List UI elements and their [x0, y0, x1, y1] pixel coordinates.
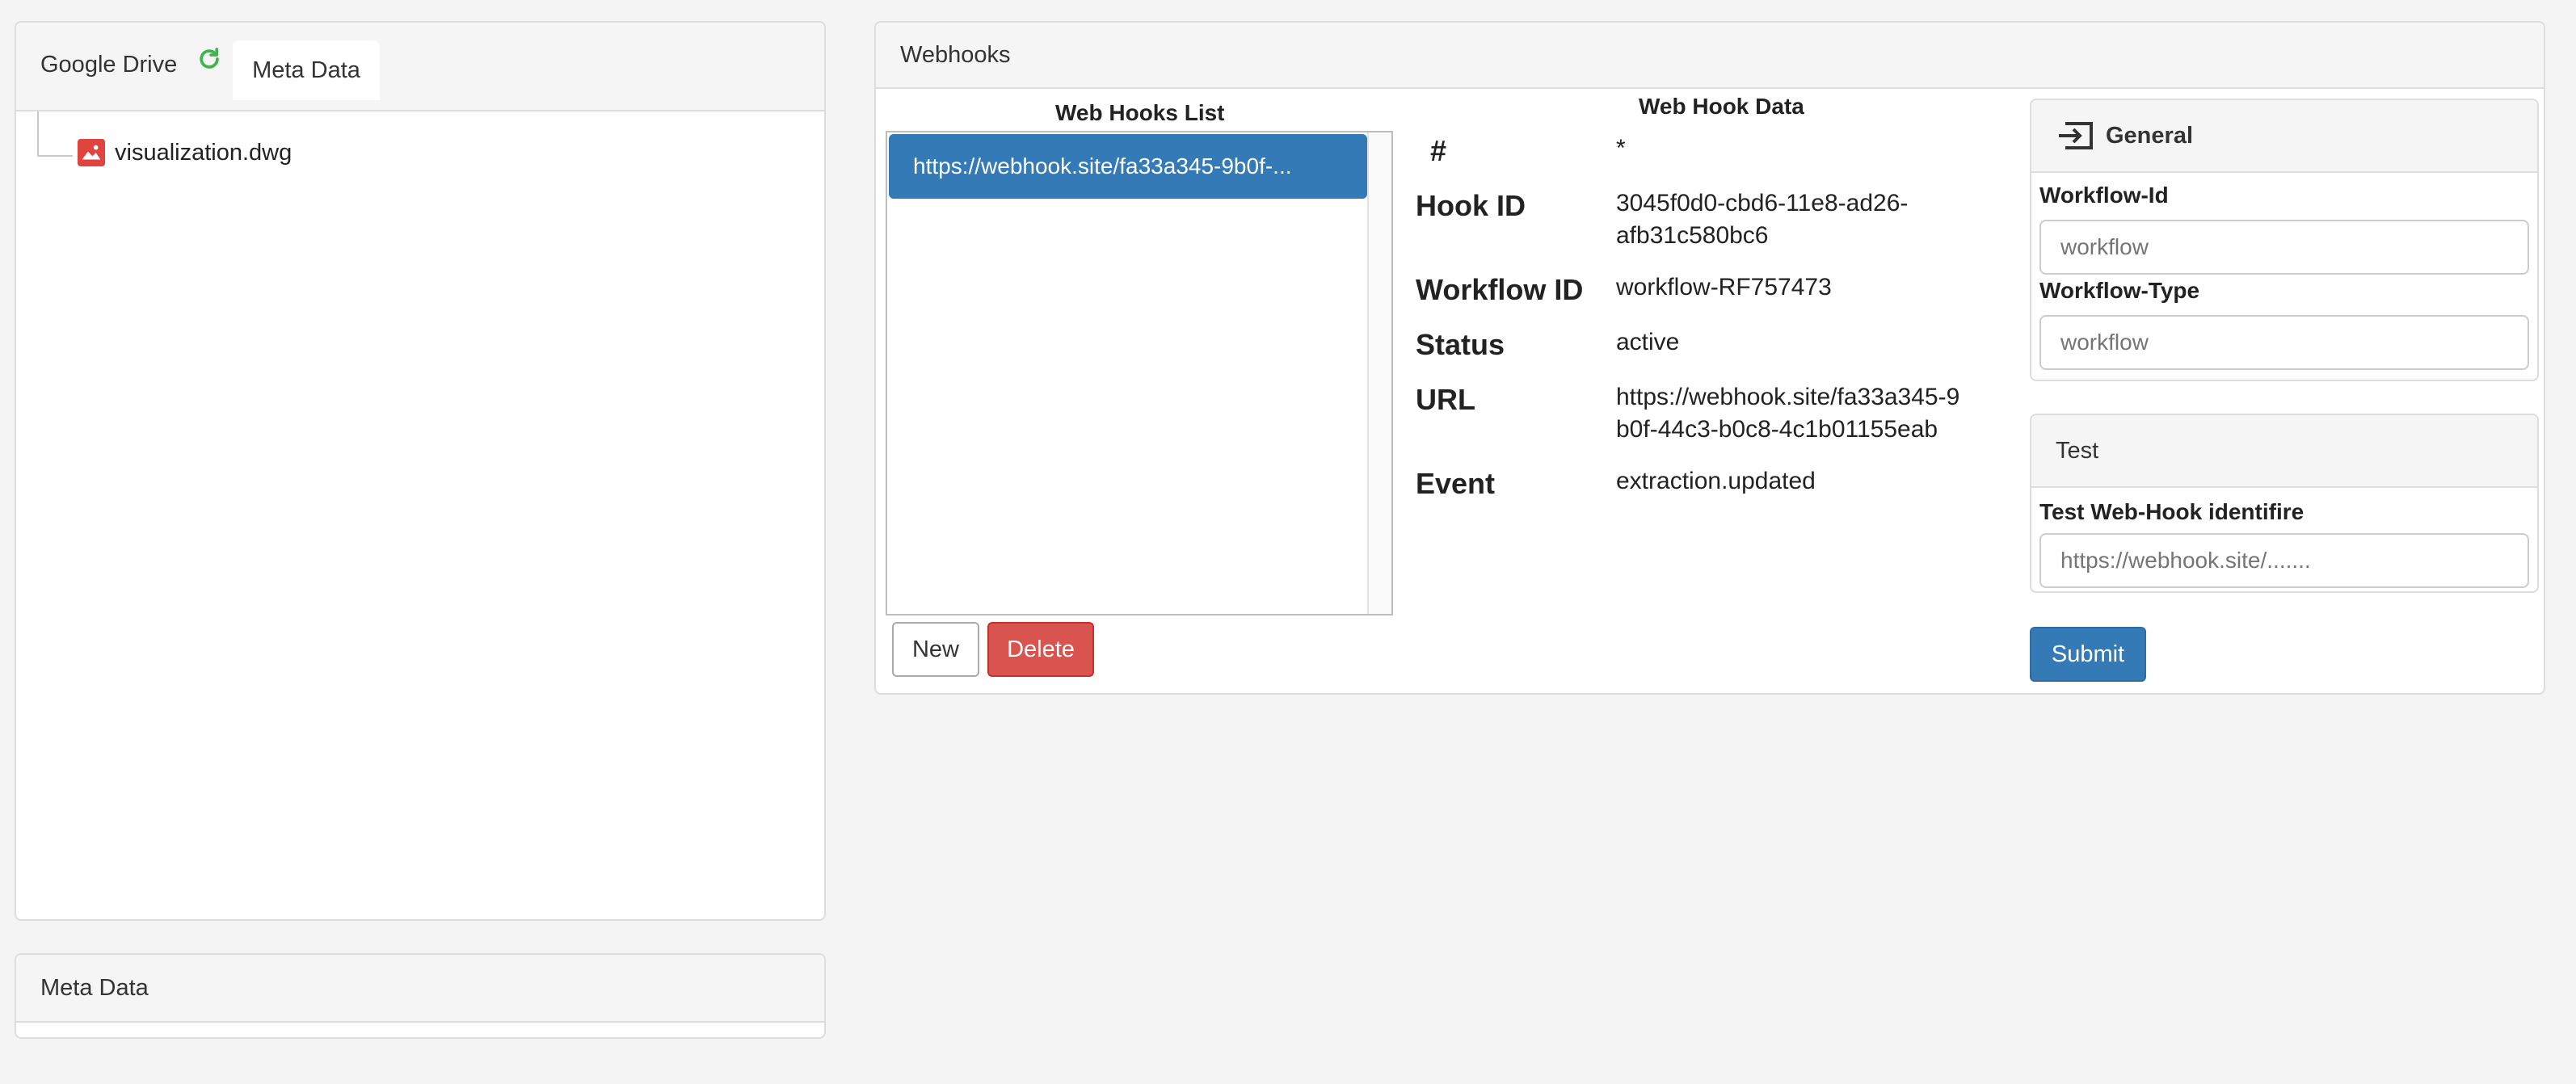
web-hooks-list[interactable]: https://webhook.site/fa33a345-9b0f-...: [886, 131, 1393, 616]
status-label: Status: [1416, 328, 1505, 361]
web-hook-data-title: Web Hook Data: [1639, 94, 1804, 119]
tab-meta-data[interactable]: Meta Data: [233, 40, 380, 100]
general-panel: General Workflow-Id Workflow-Type: [2030, 99, 2539, 381]
list-item[interactable]: https://webhook.site/fa33a345-9b0f-...: [889, 134, 1367, 199]
submit-button[interactable]: Submit: [2030, 627, 2146, 682]
list-scrollbar[interactable]: [1367, 132, 1391, 614]
hook-id-value: 3045f0d0-cbd6-11e8-ad26-afb31c580bc6: [1616, 190, 1909, 249]
url-label: URL: [1416, 383, 1475, 416]
meta-data-panel: Meta Data: [15, 953, 826, 1039]
workflow-type-input[interactable]: [2039, 315, 2529, 370]
tree-item-visualization-dwg[interactable]: visualization.dwg: [115, 140, 292, 166]
general-header: General: [2031, 100, 2537, 173]
web-hooks-list-title: Web Hooks List: [1055, 100, 1225, 125]
file-browser-header: Google Drive Meta Data: [16, 23, 824, 111]
meta-data-title: Meta Data: [16, 955, 824, 1023]
url-value: https://webhook.site/fa33a345-9b0f-44c3-…: [1616, 384, 1960, 443]
delete-button[interactable]: Delete: [987, 622, 1094, 677]
tree-connector: [37, 136, 73, 157]
refresh-icon[interactable]: [196, 45, 223, 73]
test-identifier-label: Test Web-Hook identifire: [2039, 499, 2305, 524]
status-value: active: [1616, 329, 1680, 355]
event-value: extraction.updated: [1616, 468, 1816, 494]
workflow-id-field-label: Workflow-Id: [2039, 183, 2169, 208]
workflow-id-input[interactable]: [2039, 220, 2529, 275]
image-file-icon: [78, 139, 105, 166]
workflow-id-label: Workflow ID: [1416, 273, 1584, 306]
hash-value: *: [1616, 135, 1626, 162]
test-title: Test: [2031, 415, 2537, 488]
tab-google-drive[interactable]: Google Drive: [40, 52, 177, 78]
webhooks-panel: Webhooks Web Hooks List https://webhook.…: [874, 21, 2545, 695]
event-label: Event: [1416, 467, 1496, 500]
test-identifier-input[interactable]: [2039, 533, 2529, 588]
workflow-type-field-label: Workflow-Type: [2039, 278, 2200, 303]
general-title: General: [2106, 122, 2193, 149]
hook-id-label: Hook ID: [1416, 189, 1526, 222]
hash-label: #: [1430, 134, 1447, 167]
tree-connector: [37, 111, 39, 137]
sign-in-icon: [2059, 122, 2093, 149]
webhooks-title: Webhooks: [876, 23, 2544, 89]
file-browser-panel: Google Drive Meta Data visualization.dwg: [15, 21, 826, 921]
new-button[interactable]: New: [892, 622, 979, 677]
workflow-id-value: workflow-RF757473: [1616, 274, 1832, 300]
test-panel: Test Test Web-Hook identifire: [2030, 414, 2539, 593]
